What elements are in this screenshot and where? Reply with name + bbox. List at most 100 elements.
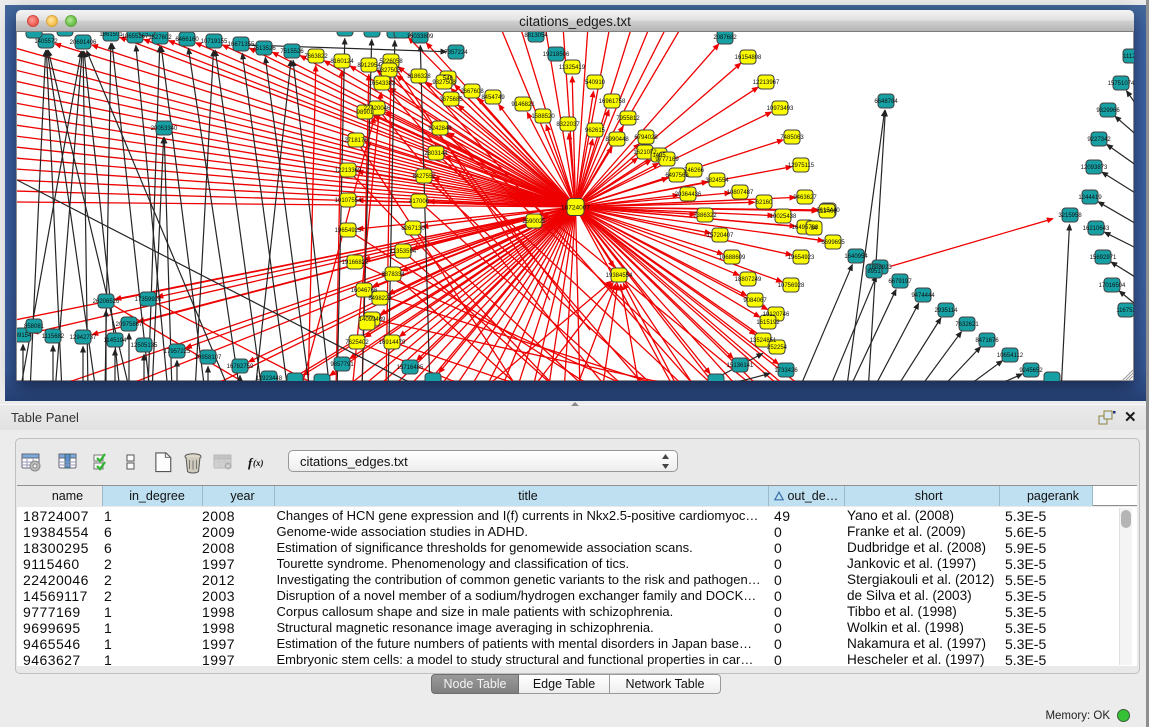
svg-text:7955812: 7955812 (616, 116, 640, 122)
svg-text:2718176: 2718176 (344, 138, 368, 144)
svg-text:10025438: 10025438 (770, 214, 797, 220)
svg-text:8267130: 8267130 (401, 226, 425, 232)
svg-text:10807487: 10807487 (727, 190, 754, 196)
svg-text:9327508: 9327508 (432, 80, 456, 86)
svg-text:8160124: 8160124 (330, 59, 354, 65)
svg-text:6699695: 6699695 (821, 240, 845, 246)
svg-text:7513526: 7513526 (252, 46, 276, 52)
svg-text:10756928: 10756928 (778, 283, 805, 289)
svg-text:16782759: 16782759 (227, 364, 254, 370)
svg-text:16033809: 16033809 (407, 34, 434, 40)
svg-text:13524851: 13524851 (750, 338, 777, 344)
svg-text:8186328: 8186328 (407, 74, 431, 80)
svg-text:2590025: 2590025 (522, 219, 546, 225)
svg-text:858081: 858081 (24, 324, 45, 330)
svg-text:6648784: 6648784 (874, 99, 898, 105)
svg-text:7485063: 7485063 (780, 135, 804, 141)
svg-text:7625402: 7625402 (345, 340, 369, 346)
svg-text:1405572: 1405572 (34, 39, 58, 45)
svg-text:19654923: 19654923 (788, 255, 815, 261)
svg-text:1733426: 1733426 (774, 368, 798, 374)
svg-text:6794028: 6794028 (634, 135, 658, 141)
svg-text:5226058: 5226058 (379, 59, 403, 65)
svg-text:20053340: 20053340 (151, 126, 178, 132)
svg-text:7515526: 7515526 (280, 49, 304, 55)
svg-text:8322037: 8322037 (556, 122, 580, 128)
svg-text:9329966: 9329966 (1096, 108, 1120, 114)
svg-text:19166822: 19166822 (342, 260, 369, 266)
svg-text:7663822: 7663822 (304, 54, 328, 60)
svg-text:89154: 89154 (17, 333, 32, 339)
svg-text:9777169: 9777169 (655, 157, 679, 163)
svg-text:20364436: 20364436 (675, 192, 702, 198)
svg-text:9327505: 9327505 (377, 68, 401, 74)
svg-text:15716485: 15716485 (397, 365, 424, 371)
svg-text:20691406: 20691406 (70, 40, 97, 46)
svg-text:10688609: 10688609 (719, 255, 746, 261)
svg-text:8471676: 8471676 (975, 338, 999, 344)
svg-text:10120746: 10120746 (763, 312, 790, 318)
svg-text:8427552: 8427552 (412, 174, 436, 180)
svg-text:10107554: 10107554 (335, 198, 362, 204)
svg-text:19218506: 19218506 (543, 52, 570, 58)
svg-text:6497568: 6497568 (665, 173, 689, 179)
svg-text:11120: 11120 (1123, 54, 1134, 60)
svg-text:10958107: 10958107 (195, 355, 222, 361)
svg-text:8498222: 8498222 (368, 296, 392, 302)
svg-text:1145194: 1145194 (104, 338, 128, 344)
svg-text:62160: 62160 (756, 200, 773, 206)
svg-text:10973493: 10973493 (767, 106, 794, 112)
svg-text:84: 84 (811, 226, 818, 232)
svg-text:17957225: 17957225 (164, 349, 191, 355)
svg-text:2935114: 2935114 (935, 308, 959, 314)
svg-text:16961758: 16961758 (599, 99, 626, 105)
svg-text:7632621: 7632621 (955, 322, 979, 328)
svg-text:16154808: 16154808 (735, 55, 762, 61)
svg-text:9146821: 9146821 (511, 102, 535, 108)
svg-text:3675685: 3675685 (439, 97, 463, 103)
svg-text:16914479: 16914479 (379, 340, 406, 346)
svg-text:540910: 540910 (585, 80, 606, 86)
svg-text:3824554: 3824554 (705, 178, 729, 184)
svg-text:16046766: 16046766 (351, 288, 378, 294)
svg-text:18807249: 18807249 (735, 277, 762, 283)
svg-text:16210643: 16210643 (1083, 226, 1110, 232)
svg-text:10655267: 10655267 (122, 34, 149, 40)
svg-text:962615: 962615 (585, 128, 606, 134)
svg-text:16671355: 16671355 (228, 42, 255, 48)
svg-text:6466160: 6466160 (175, 37, 199, 43)
svg-text:(x): (x) (253, 458, 264, 468)
svg-text:9084067: 9084067 (743, 298, 767, 304)
svg-text:14099469: 14099469 (359, 317, 386, 323)
svg-text:15692971: 15692971 (1090, 255, 1117, 261)
svg-text:7357224: 7357224 (444, 50, 468, 56)
svg-text:1861501: 1861501 (99, 32, 123, 38)
svg-text:1115682: 1115682 (42, 334, 65, 340)
svg-text:16543382: 16543382 (369, 81, 396, 87)
svg-text:15136141: 15136141 (727, 363, 754, 369)
svg-text:9227342: 9227342 (1087, 137, 1111, 143)
svg-text:8951: 8951 (867, 269, 881, 275)
svg-text:15751074: 15751074 (1108, 81, 1134, 87)
svg-text:12213369: 12213369 (335, 168, 362, 174)
svg-text:9857791: 9857791 (330, 362, 354, 368)
svg-text:12213967: 12213967 (753, 80, 780, 86)
svg-text:8990448: 8990448 (605, 137, 629, 143)
svg-text:1640954: 1640954 (844, 254, 868, 260)
svg-text:15720407: 15720407 (707, 233, 734, 239)
svg-text:116753: 116753 (1116, 308, 1134, 314)
svg-text:7386322: 7386322 (693, 213, 717, 219)
svg-text:8454749: 8454749 (481, 95, 505, 101)
svg-text:3215958: 3215958 (1058, 213, 1082, 219)
svg-text:1244419: 1244419 (1078, 195, 1102, 201)
svg-text:1588520: 1588520 (531, 114, 555, 120)
svg-text:12975115: 12975115 (788, 163, 815, 169)
svg-text:2803144: 2803144 (424, 151, 448, 157)
svg-text:1615192: 1615192 (756, 320, 780, 326)
svg-text:6679197: 6679197 (888, 279, 912, 285)
svg-text:12505135: 12505135 (131, 343, 158, 349)
svg-text:18724007: 18724007 (561, 205, 590, 212)
svg-text:17016504: 17016504 (1099, 283, 1126, 289)
svg-text:8813054: 8813054 (524, 33, 548, 39)
svg-text:9474444: 9474444 (911, 293, 935, 299)
